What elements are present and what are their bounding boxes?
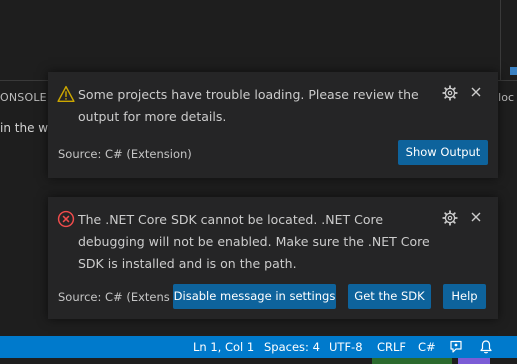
bell-icon[interactable] — [478, 339, 494, 355]
status-eol[interactable]: CRLF — [377, 340, 406, 354]
editor-divider — [500, 0, 501, 80]
warning-icon — [57, 85, 75, 103]
notification-message: The .NET Core SDK cannot be located. .NE… — [78, 212, 430, 271]
taskbar-badge — [458, 358, 490, 364]
editor-area — [0, 0, 517, 78]
status-cursor-position[interactable]: Ln 1, Col 1 — [193, 340, 254, 354]
notification-warning: Some projects have trouble loading. Plea… — [48, 72, 498, 178]
close-icon[interactable] — [469, 85, 483, 99]
tab-debug-console[interactable]: ONSOLE — [0, 91, 47, 104]
error-icon — [57, 210, 75, 228]
status-language-mode[interactable]: C# — [418, 340, 436, 354]
notification-source: Source: C# (Extensi... — [58, 290, 170, 304]
taskbar-item — [372, 358, 452, 364]
panel-header-right-label: loc — [498, 91, 514, 104]
console-output-text: in the w — [0, 121, 49, 135]
close-icon[interactable] — [469, 210, 483, 224]
notification-error: The .NET Core SDK cannot be located. .NE… — [48, 197, 498, 319]
disable-message-button[interactable]: Disable message in settings — [173, 284, 336, 309]
notification-source: Source: C# (Extension) — [58, 147, 192, 161]
scrollbar-marker — [510, 67, 517, 75]
help-button[interactable]: Help — [443, 284, 486, 309]
taskbar-edge — [0, 358, 517, 364]
status-bar: Ln 1, Col 1 Spaces: 4 UTF-8 CRLF C# — [0, 336, 517, 358]
gear-icon[interactable] — [442, 210, 458, 226]
notification-message: Some projects have trouble loading. Plea… — [78, 87, 419, 124]
show-output-button[interactable]: Show Output — [398, 140, 488, 165]
gear-icon[interactable] — [442, 85, 458, 101]
status-encoding[interactable]: UTF-8 — [329, 340, 363, 354]
get-sdk-button[interactable]: Get the SDK — [348, 284, 431, 309]
status-indentation[interactable]: Spaces: 4 — [264, 340, 320, 354]
feedback-icon[interactable] — [448, 339, 464, 355]
